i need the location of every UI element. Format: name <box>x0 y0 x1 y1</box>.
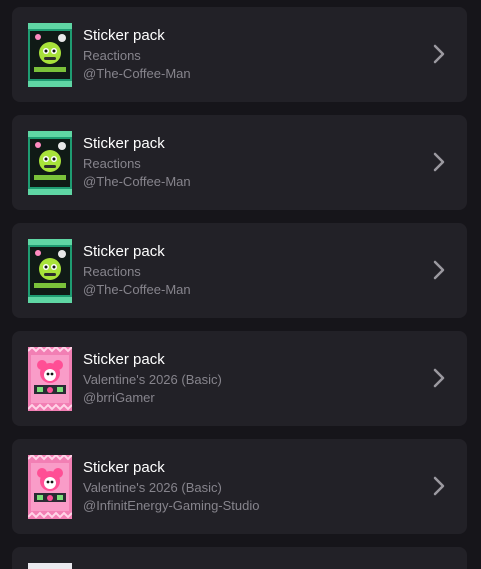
sticker-pack-card[interactable]: Sticker pack Reactions @The-Coffee-Man <box>12 115 467 210</box>
pack-title: Sticker pack <box>83 27 165 44</box>
pack-collection: Reactions <box>83 48 141 63</box>
pack-title: Sticker pack <box>83 135 165 152</box>
sticker-pack-card[interactable]: Sticker pack Valentine's 2026 (Basic) @I… <box>12 439 467 534</box>
pack-collection: Valentine's 2026 (Basic) <box>83 480 222 495</box>
green-sticker-pack-image <box>28 239 72 303</box>
pack-author: @InfinitEnergy-Gaming-Studio <box>83 498 260 513</box>
chevron-right-icon <box>433 476 445 496</box>
pack-collection: Reactions <box>83 156 141 171</box>
pack-author: @The-Coffee-Man <box>83 66 191 81</box>
pack-collection: Valentine's 2026 (Basic) <box>83 372 222 387</box>
pack-title: Sticker pack <box>83 351 165 368</box>
sticker-pack-image-partial <box>28 563 72 569</box>
sticker-pack-card[interactable]: Sticker pack Valentine's 2026 (Basic) @b… <box>12 331 467 426</box>
pack-author: @The-Coffee-Man <box>83 282 191 297</box>
sticker-pack-list: Sticker pack Reactions @The-Coffee-Man S… <box>0 0 481 569</box>
pack-author: @The-Coffee-Man <box>83 174 191 189</box>
pink-sticker-pack-image <box>28 347 72 411</box>
chevron-right-icon <box>433 260 445 280</box>
chevron-right-icon <box>433 368 445 388</box>
pack-author: @brriGamer <box>83 390 155 405</box>
chevron-right-icon <box>433 152 445 172</box>
sticker-pack-card[interactable]: Sticker pack Reactions @The-Coffee-Man <box>12 7 467 102</box>
pack-title: Sticker pack <box>83 459 165 476</box>
sticker-pack-card-partial[interactable] <box>12 547 467 569</box>
pack-collection: Reactions <box>83 264 141 279</box>
chevron-right-icon <box>433 44 445 64</box>
sticker-pack-card[interactable]: Sticker pack Reactions @The-Coffee-Man <box>12 223 467 318</box>
green-sticker-pack-image <box>28 23 72 87</box>
green-sticker-pack-image <box>28 131 72 195</box>
pack-title: Sticker pack <box>83 243 165 260</box>
pink-sticker-pack-image <box>28 455 72 519</box>
